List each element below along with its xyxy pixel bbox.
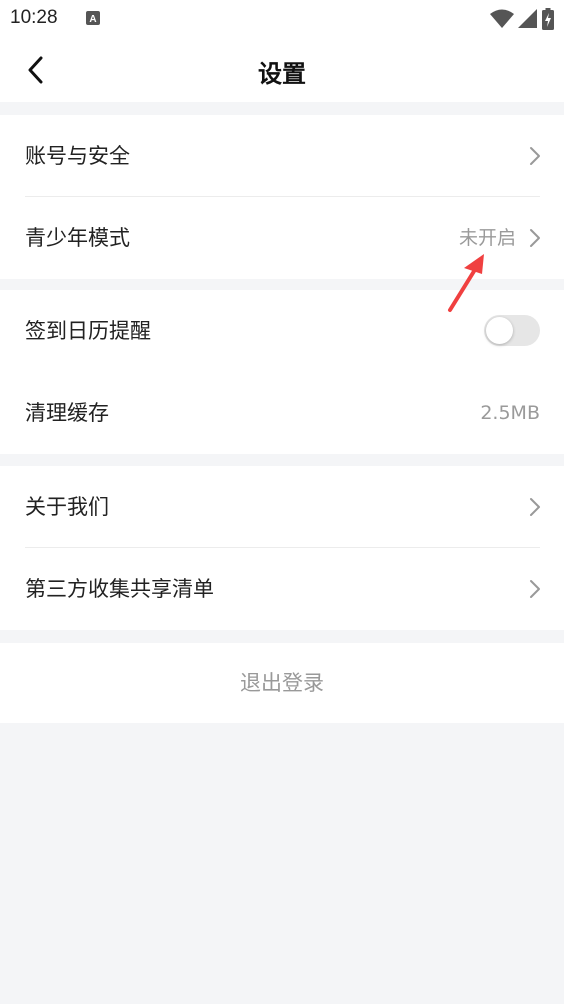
logout-label: 退出登录 [240, 671, 324, 695]
battery-charging-icon [542, 8, 554, 30]
row-label: 青少年模式 [25, 226, 130, 250]
status-time: 10:28 [10, 7, 58, 28]
chevron-right-icon [530, 580, 540, 598]
annotation-arrow-icon [448, 254, 484, 312]
row-label: 清理缓存 [25, 401, 109, 425]
chevron-right-icon [530, 229, 540, 247]
chevron-right-icon [530, 498, 540, 516]
nav-bar: 设置 [0, 38, 564, 102]
toggle-knob [486, 317, 513, 344]
settings-group-general: 签到日历提醒 清理缓存 2.5MB [0, 290, 564, 454]
cache-size: 2.5MB [480, 402, 540, 424]
third-party-list-row[interactable]: 第三方收集共享清单 [0, 548, 564, 630]
about-us-row[interactable]: 关于我们 [0, 466, 564, 548]
page-title: 设置 [258, 60, 306, 88]
row-label: 签到日历提醒 [25, 319, 151, 343]
logout-button[interactable]: 退出登录 [0, 643, 564, 723]
status-icons [490, 8, 554, 30]
row-label: 账号与安全 [25, 144, 130, 168]
chevron-right-icon [530, 147, 540, 165]
svg-text:A: A [89, 14, 96, 25]
cellular-icon [518, 9, 537, 28]
row-label: 第三方收集共享清单 [25, 577, 214, 601]
settings-group-about: 关于我们 第三方收集共享清单 [0, 466, 564, 630]
account-security-row[interactable]: 账号与安全 [0, 115, 564, 197]
row-label: 关于我们 [25, 495, 109, 519]
checkin-reminder-toggle[interactable] [484, 315, 540, 346]
clear-cache-row[interactable]: 清理缓存 2.5MB [0, 372, 564, 454]
wifi-icon [490, 9, 514, 28]
status-bar: 10:28 A [0, 0, 564, 38]
app-a-icon: A [86, 11, 100, 25]
